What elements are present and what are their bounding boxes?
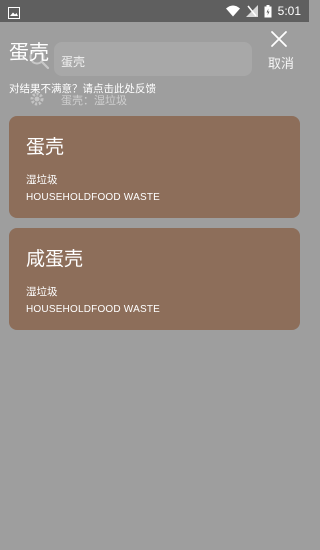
close-icon[interactable] bbox=[268, 28, 290, 50]
feedback-link[interactable]: 对结果不满意？请点击此处反馈 bbox=[9, 81, 156, 96]
status-bar: 5:01 bbox=[0, 0, 309, 22]
status-icons: 5:01 bbox=[225, 2, 301, 20]
battery-icon bbox=[264, 4, 272, 18]
result-category: 湿垃圾 bbox=[26, 174, 58, 186]
cancel-button[interactable]: 取消 bbox=[268, 53, 294, 72]
result-name: 蛋壳 bbox=[26, 136, 65, 158]
image-icon bbox=[8, 4, 22, 19]
result-card[interactable]: 蛋壳 湿垃圾 HOUSEHOLDFOOD WASTE bbox=[9, 116, 300, 218]
result-category: 湿垃圾 bbox=[26, 286, 58, 298]
status-time: 5:01 bbox=[277, 4, 301, 18]
wifi-icon bbox=[225, 5, 240, 17]
search-input-value: 蛋壳 bbox=[61, 55, 86, 69]
page-title: 蛋壳 bbox=[9, 40, 49, 64]
result-category-en: HOUSEHOLDFOOD WASTE bbox=[26, 304, 160, 315]
signal-icon bbox=[245, 5, 258, 17]
result-name: 咸蛋壳 bbox=[26, 248, 84, 270]
result-card[interactable]: 咸蛋壳 湿垃圾 HOUSEHOLDFOOD WASTE bbox=[9, 228, 300, 330]
result-category-en: HOUSEHOLDFOOD WASTE bbox=[26, 192, 160, 203]
